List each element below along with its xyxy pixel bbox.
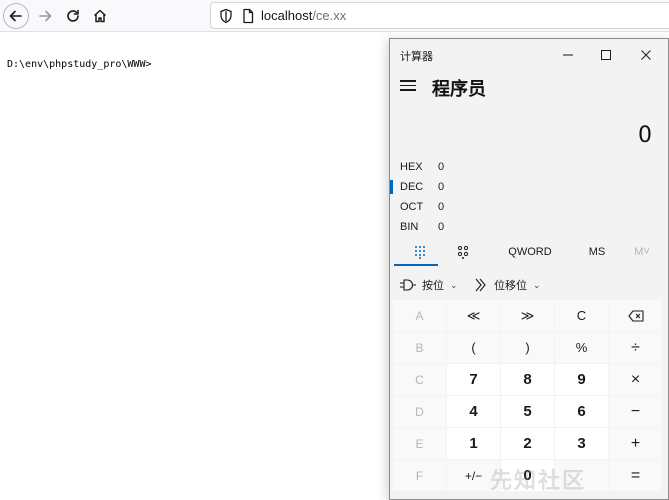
bitshift-label: 位移位 [494, 280, 527, 292]
bitwise-label: 按位 [422, 280, 444, 292]
page-icon[interactable] [242, 8, 254, 24]
arrow-right-icon [39, 10, 52, 22]
key-percent[interactable]: % [555, 332, 608, 363]
address-bar[interactable]: localhost/ce.xx [210, 2, 669, 29]
key-a[interactable]: A [393, 300, 446, 331]
key-multiply[interactable]: × [609, 364, 662, 395]
key-subtract[interactable]: − [609, 396, 662, 427]
key-6[interactable]: 6 [555, 396, 608, 427]
bit-shift-icon [475, 278, 486, 292]
chevron-down-icon: ⌄ [450, 279, 458, 290]
close-button[interactable] [632, 43, 660, 67]
full-keypad-tab[interactable] [404, 241, 436, 263]
chevron-down-icon: ⌄ [533, 279, 541, 290]
watermark: 先知社区 [490, 468, 587, 493]
base-label: HEX [400, 161, 423, 173]
back-button[interactable] [3, 3, 29, 29]
mode-title: 程序员 [432, 79, 486, 99]
memory-list-button[interactable]: M˅ [628, 241, 656, 263]
minimize-button[interactable] [554, 43, 582, 67]
word-size-button[interactable]: QWORD [502, 241, 558, 263]
active-indicator [390, 180, 393, 194]
key-8[interactable]: 8 [501, 364, 554, 395]
display-value: 0 [638, 123, 652, 148]
key-5[interactable]: 5 [501, 396, 554, 427]
key-1[interactable]: 1 [447, 428, 500, 459]
url-host: localhost [261, 8, 313, 23]
maximize-button[interactable] [592, 43, 620, 67]
key-divide[interactable]: ÷ [609, 332, 662, 363]
key-shift-right[interactable]: ≫ [501, 300, 554, 331]
bit-toggle-icon [457, 245, 469, 259]
key-d[interactable]: D [393, 396, 446, 427]
keypad-grid-icon [415, 246, 425, 259]
maximize-icon [601, 50, 611, 60]
base-value: 0 [438, 161, 445, 173]
base-value: 0 [438, 181, 445, 193]
page-output-text: D:\env\phpstudy_pro\WWW> [7, 59, 152, 70]
base-value: 0 [438, 221, 445, 233]
key-equals[interactable]: = [609, 460, 662, 491]
active-tab-underline [394, 264, 438, 266]
menu-hamburger-icon[interactable] [400, 80, 416, 92]
bit-toggle-keypad-tab[interactable] [450, 241, 476, 263]
bitwise-dropdown[interactable]: 按位 ⌄ [400, 275, 458, 295]
reload-button[interactable] [60, 3, 86, 29]
minimize-icon [563, 54, 573, 56]
base-row-bin[interactable]: BIN 0 [390, 217, 668, 237]
key-add[interactable]: + [609, 428, 662, 459]
base-row-hex[interactable]: HEX 0 [390, 157, 668, 177]
url-path: /ce.xx [312, 8, 347, 23]
window-title: 计算器 [400, 51, 433, 63]
key-2[interactable]: 2 [501, 428, 554, 459]
base-row-dec[interactable]: DEC 0 [390, 177, 668, 197]
backspace-icon [627, 309, 644, 322]
base-value: 0 [438, 201, 445, 213]
browser-toolbar: localhost/ce.xx [0, 0, 669, 32]
shield-icon[interactable] [219, 8, 233, 24]
key-open-paren[interactable]: ( [447, 332, 500, 363]
home-icon [93, 9, 107, 23]
key-e[interactable]: E [393, 428, 446, 459]
base-label: DEC [400, 181, 424, 193]
key-backspace[interactable] [609, 300, 662, 331]
key-b[interactable]: B [393, 332, 446, 363]
arrow-left-icon [9, 10, 22, 22]
forward-button[interactable] [32, 3, 58, 29]
key-9[interactable]: 9 [555, 364, 608, 395]
url-text[interactable]: localhost/ce.xx [261, 8, 346, 23]
reload-icon [67, 9, 79, 22]
base-label: BIN [400, 221, 419, 233]
base-label: OCT [400, 201, 424, 213]
calculator-window: 计算器 程序员 0 HEX 0 DEC 0 OCT 0 BIN 0 QWORD … [389, 38, 669, 500]
key-close-paren[interactable]: ) [501, 332, 554, 363]
key-7[interactable]: 7 [447, 364, 500, 395]
key-c[interactable]: C [393, 364, 446, 395]
base-row-oct[interactable]: OCT 0 [390, 197, 668, 217]
logic-gate-icon [400, 279, 416, 291]
close-icon [641, 50, 651, 60]
key-f[interactable]: F [393, 460, 446, 491]
key-shift-left[interactable]: ≪ [447, 300, 500, 331]
key-clear[interactable]: C [555, 300, 608, 331]
calculator-titlebar[interactable]: 计算器 [390, 39, 668, 71]
memory-store-button[interactable]: MS [582, 241, 612, 263]
key-3[interactable]: 3 [555, 428, 608, 459]
bitshift-dropdown[interactable]: 位移位 ⌄ [474, 275, 541, 295]
key-4[interactable]: 4 [447, 396, 500, 427]
home-button[interactable] [87, 3, 113, 29]
